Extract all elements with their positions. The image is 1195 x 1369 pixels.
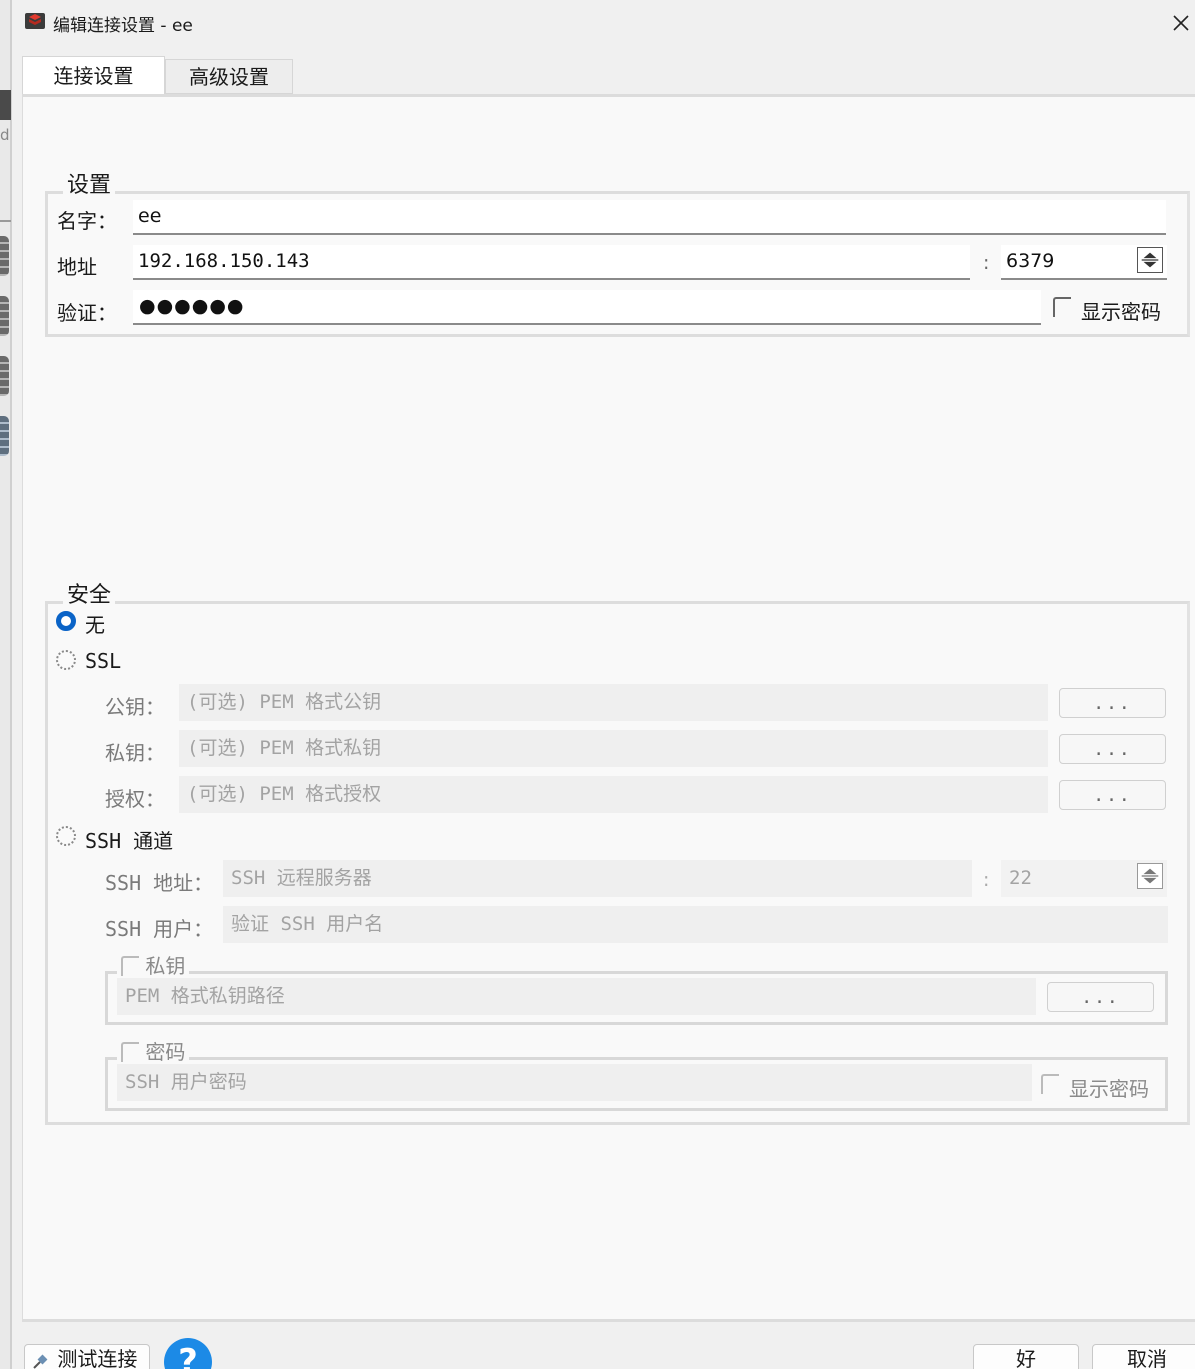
ssh-show-password-checkbox[interactable] (1041, 1074, 1059, 1094)
ssh-address-label: SSH 地址： (105, 871, 214, 895)
security-ssl-radio[interactable] (56, 650, 76, 670)
ssh-user-input[interactable]: 验证 SSH 用户名 (223, 906, 1168, 943)
window-title: 编辑连接设置 - ee (53, 16, 193, 36)
name-input[interactable]: ee (133, 200, 1166, 235)
ssh-password-group-title: 密码 (117, 1039, 190, 1064)
security-ssh-label: SSH 通道 (85, 829, 174, 853)
ssh-user-label: SSH 用户： (105, 917, 214, 941)
ssh-private-key-group-title: 私钥 (117, 953, 190, 978)
ssh-private-key-browse-button[interactable]: ... (1047, 982, 1154, 1012)
public-key-input[interactable]: (可选) PEM 格式公钥 (179, 684, 1048, 721)
password-mask: ●●●●●● (139, 295, 245, 317)
background-divider (0, 220, 11, 222)
security-none-label: 无 (85, 613, 105, 637)
port-separator: : (983, 252, 990, 274)
test-connection-button[interactable]: 测试连接 (24, 1344, 150, 1369)
settings-group-title: 设置 (63, 175, 116, 197)
database-icon (0, 236, 9, 276)
security-ssl-label: SSL (85, 649, 122, 673)
private-key-browse-button[interactable]: ... (1059, 734, 1166, 764)
address-label: 地址 (57, 255, 97, 279)
background-text-fragment: d (0, 126, 10, 144)
name-label: 名字： (57, 209, 117, 233)
ssh-port-spin-icon[interactable] (1137, 863, 1163, 889)
ssh-private-key-checkbox[interactable] (121, 955, 139, 976)
ssh-address-input[interactable]: SSH 远程服务器 (223, 860, 972, 897)
authority-input[interactable]: (可选) PEM 格式授权 (179, 776, 1048, 813)
security-group-title: 安全 (63, 585, 116, 607)
port-spin-icon[interactable] (1137, 247, 1163, 273)
ok-button[interactable]: 好 (973, 1344, 1079, 1369)
security-none-radio[interactable] (56, 611, 76, 631)
edit-connection-dialog: 编辑连接设置 - ee 连接设置 高级设置 设置 名字： ee 地址 192.1… (11, 0, 1195, 1369)
authority-browse-button[interactable]: ... (1059, 780, 1166, 810)
ssh-show-password-label: 显示密码 (1069, 1077, 1149, 1101)
ssh-port-separator: : (983, 869, 990, 891)
database-icon (0, 416, 9, 456)
background-toolbar (0, 90, 11, 120)
private-key-label: 私钥： (105, 741, 165, 765)
tab-panel: 设置 名字： ee 地址 192.168.150.143 : 6379 验证： … (22, 94, 1195, 1322)
title-bar: 编辑连接设置 - ee (12, 0, 1195, 44)
ssh-password-input[interactable]: SSH 用户密码 (117, 1064, 1032, 1101)
auth-password-input[interactable]: ●●●●●● (133, 290, 1041, 325)
ssh-private-key-group-label: 私钥 (145, 953, 186, 978)
database-icon (0, 356, 9, 396)
ssh-password-group-label: 密码 (145, 1039, 186, 1064)
public-key-browse-button[interactable]: ... (1059, 688, 1166, 718)
show-password-label: 显示密码 (1081, 300, 1161, 324)
authority-label: 授权： (105, 787, 165, 811)
security-ssh-radio[interactable] (56, 826, 76, 846)
show-password-checkbox[interactable] (1053, 297, 1071, 317)
tab-connection-settings[interactable]: 连接设置 (22, 56, 165, 96)
plug-icon (33, 1354, 48, 1369)
cancel-button[interactable]: 取消 (1092, 1344, 1195, 1369)
auth-label: 验证： (57, 301, 117, 325)
private-key-input[interactable]: (可选) PEM 格式私钥 (179, 730, 1048, 767)
ssh-password-checkbox[interactable] (121, 1041, 139, 1062)
background-window-strip: d (0, 0, 11, 1369)
address-input[interactable]: 192.168.150.143 (133, 245, 970, 280)
ssh-private-key-path-input[interactable]: PEM 格式私钥路径 (117, 978, 1036, 1015)
test-connection-label: 测试连接 (57, 1347, 138, 1369)
public-key-label: 公钥： (105, 695, 165, 719)
help-icon[interactable]: ? (164, 1338, 212, 1369)
tab-advanced-settings[interactable]: 高级设置 (165, 59, 293, 94)
app-icon (25, 13, 45, 29)
database-icon (0, 296, 9, 336)
close-icon[interactable] (1167, 6, 1195, 38)
